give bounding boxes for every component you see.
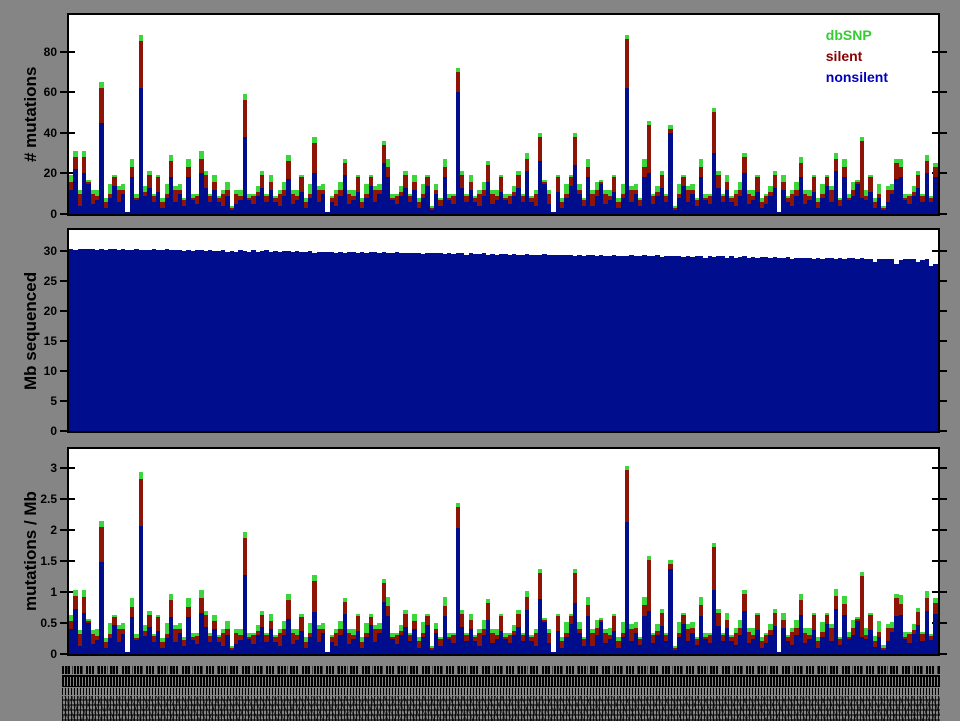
- bars-area-mb-sequenced: [69, 230, 938, 431]
- y-tick-label: 0: [15, 208, 57, 220]
- y-tick-label: 20: [15, 305, 57, 317]
- panel-num-mutations: # mutations dbSNP silent nonsilent 02040…: [67, 13, 940, 216]
- panel-mutations-per-mb: mutations / Mb 00.511.522.53: [67, 447, 940, 656]
- bar-segment: [933, 603, 937, 614]
- y-tick-label: 80: [15, 46, 57, 58]
- y-tick-label: 1.5: [15, 555, 57, 567]
- y-tick-label: 15: [15, 335, 57, 347]
- sample-labels-row-2: [62, 675, 940, 687]
- legend-item-nonsilent: nonsilent: [826, 67, 888, 88]
- panel-mb-sequenced: Mb sequenced 051015202530: [67, 228, 940, 433]
- legend-item-dbsnp: dbSNP: [826, 25, 888, 46]
- y-tick-label: 3: [15, 462, 57, 474]
- sample-bar: [933, 230, 937, 431]
- sample-labels-noise: [62, 696, 940, 721]
- mutation-rate-figure: # mutations dbSNP silent nonsilent 02040…: [0, 0, 960, 720]
- sample-labels-row-3: [62, 688, 940, 695]
- y-tick-label: 20: [15, 167, 57, 179]
- bar-segment: [933, 177, 937, 214]
- legend: dbSNP silent nonsilent: [826, 25, 888, 88]
- bar-segment: [933, 264, 937, 431]
- y-tick-label: 0.5: [15, 617, 57, 629]
- y-tick-label: 2.5: [15, 493, 57, 505]
- y-tick-label: 0: [15, 425, 57, 437]
- y-tick-label: 1: [15, 586, 57, 598]
- legend-item-silent: silent: [826, 46, 888, 67]
- y-tick-label: 5: [15, 395, 57, 407]
- bar-segment: [933, 614, 937, 654]
- y-tick-label: 40: [15, 127, 57, 139]
- y-tick-label: 2: [15, 524, 57, 536]
- bar-segment: [933, 167, 937, 177]
- y-tick-label: 10: [15, 365, 57, 377]
- sample-bar: [933, 449, 937, 654]
- sample-labels-band: [62, 666, 940, 720]
- y-tick-label: 60: [15, 86, 57, 98]
- y-tick-label: 25: [15, 275, 57, 287]
- y-tick-label: 30: [15, 245, 57, 257]
- y-tick-label: 0: [15, 648, 57, 660]
- bars-area-mutations-per-mb: [69, 449, 938, 654]
- sample-bar: [933, 15, 937, 214]
- bars-area-mutations: [69, 15, 938, 214]
- sample-labels-row-1: [62, 666, 940, 674]
